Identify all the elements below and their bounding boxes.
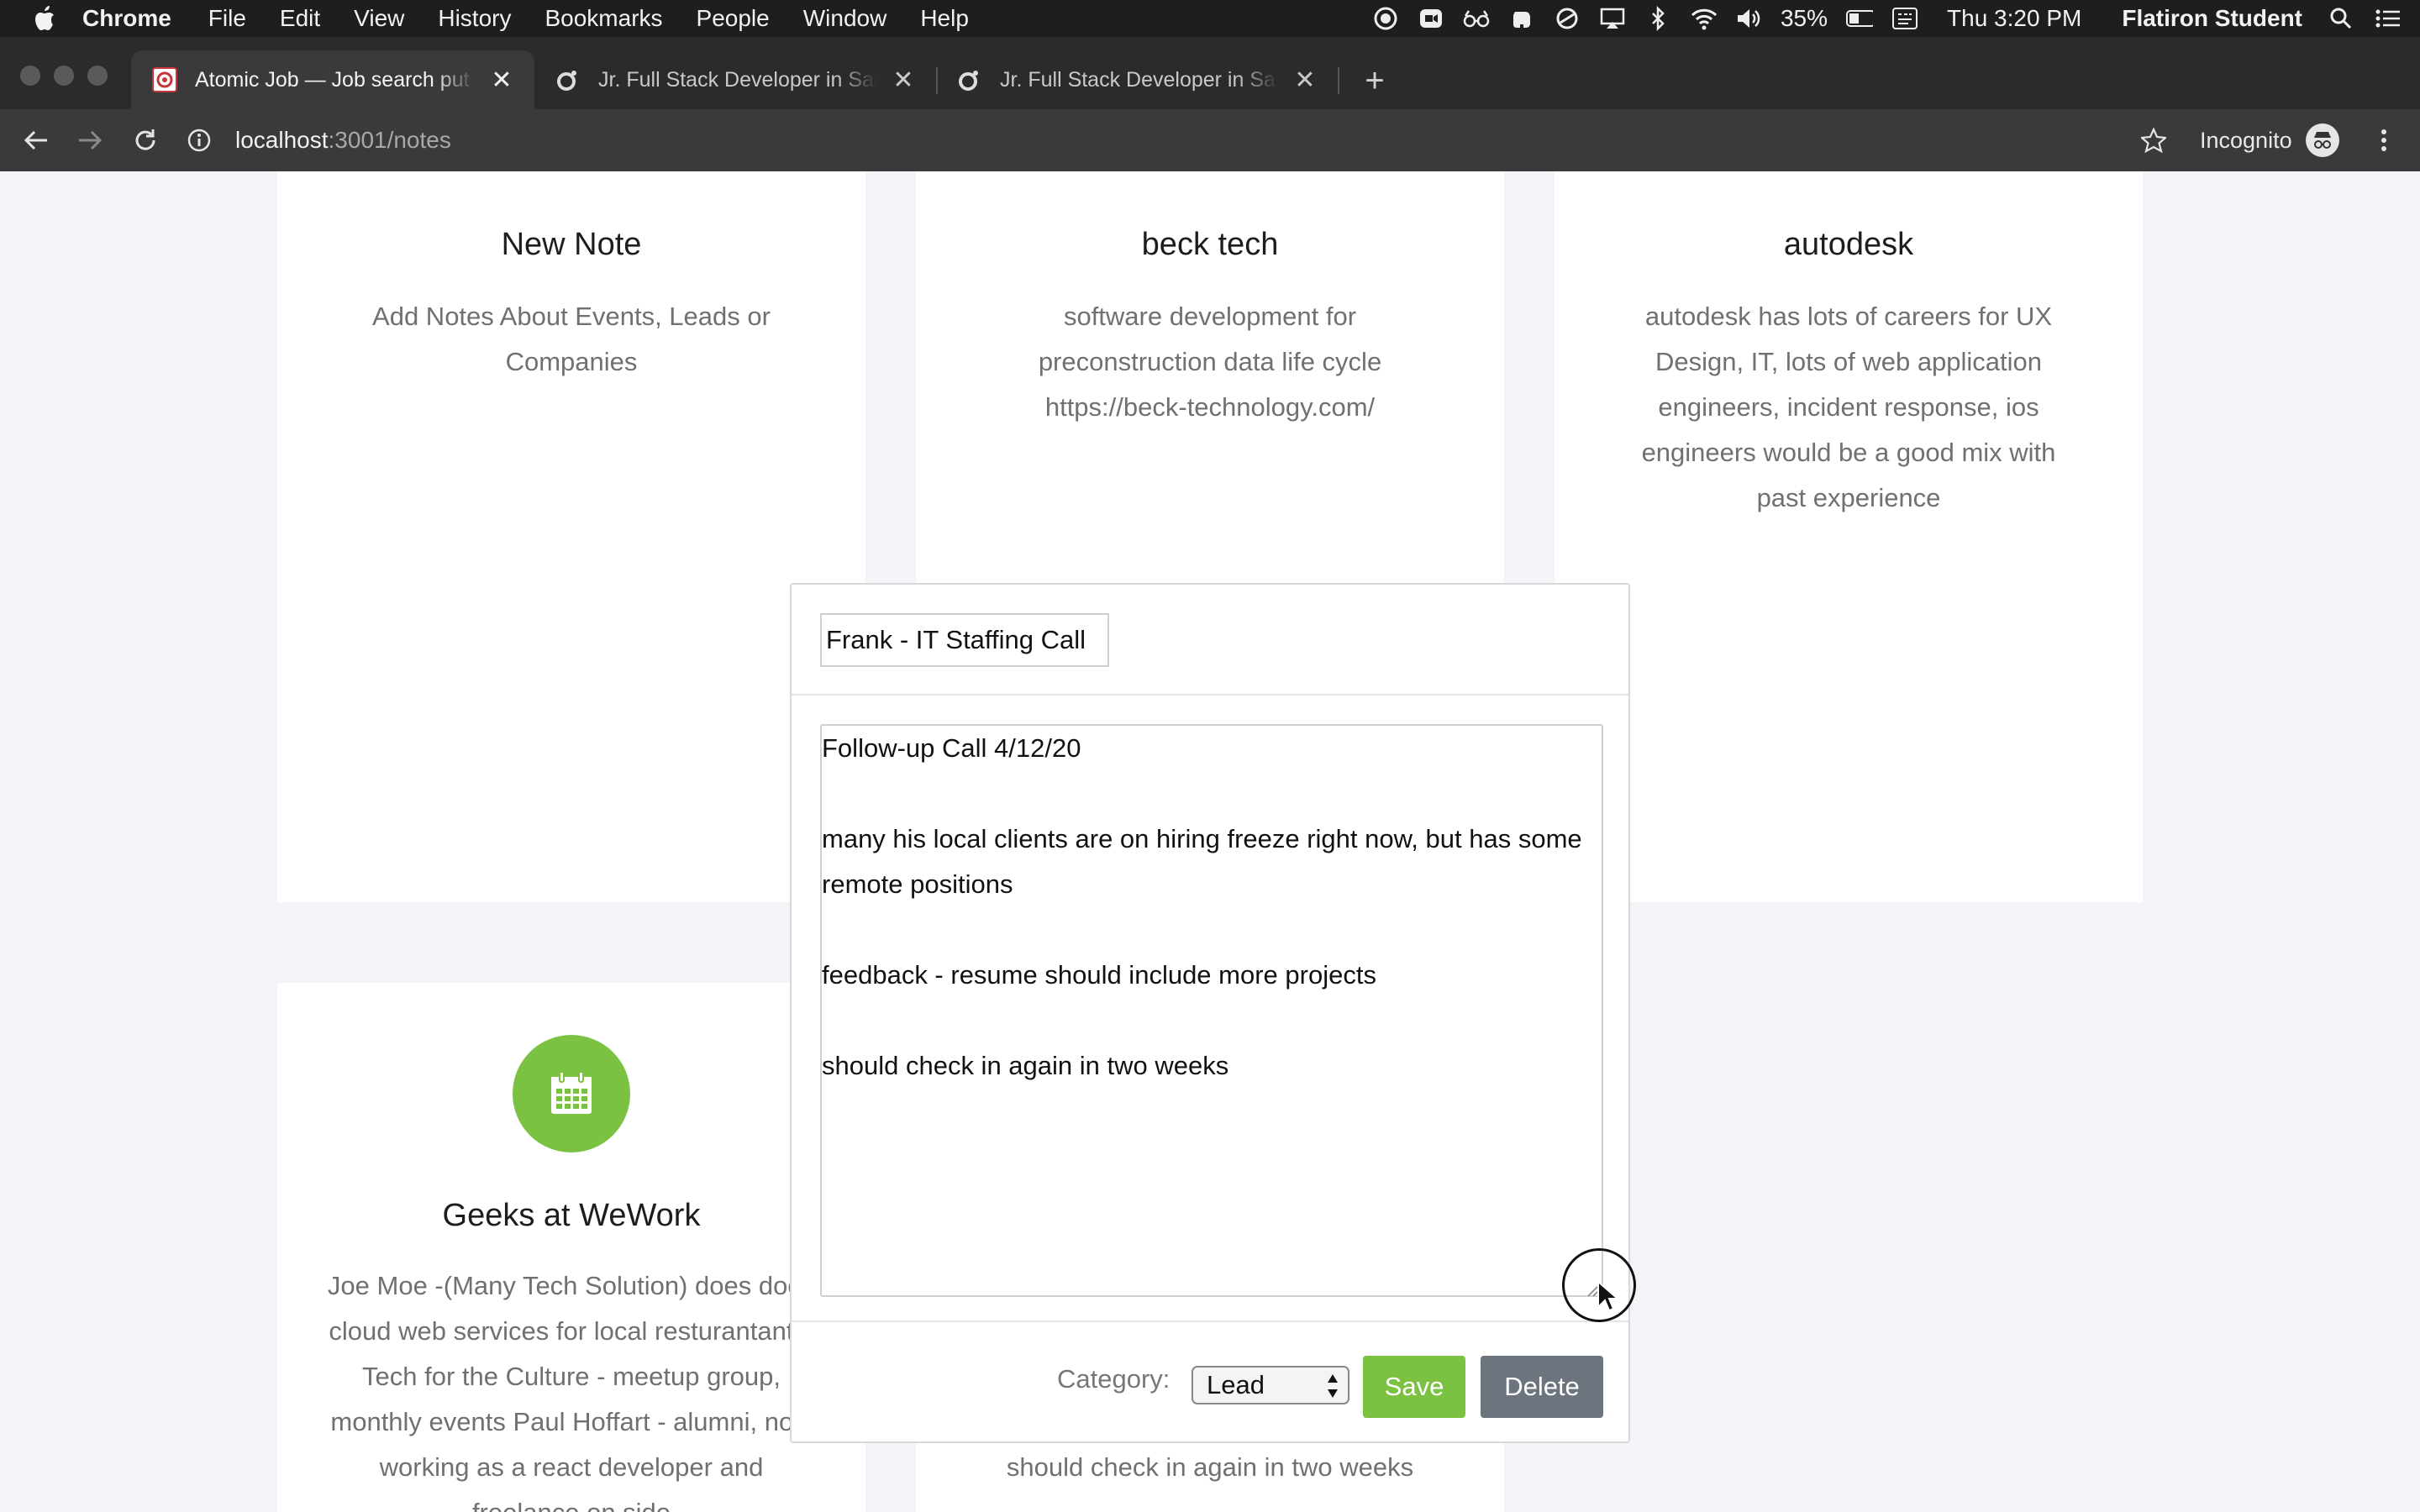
spotlight-search-icon[interactable] [2328,5,2354,32]
reload-icon[interactable] [126,121,165,160]
input-keyboard-icon[interactable] [1891,5,1918,32]
mouse-pointer-icon [1597,1280,1618,1312]
card-description: Add Notes About Events, Leads or Compani… [372,302,771,376]
modal-footer: Category: Lead Save Delete [792,1320,1628,1441]
forward-arrow-icon[interactable] [71,121,109,160]
note-card-new-note[interactable]: New Note Add Notes About Events, Leads o… [277,171,865,902]
new-tab-plus-icon[interactable]: + [1356,62,1393,99]
tab-title: Jr. Full Stack Developer in San [1000,67,1279,92]
tab-title: Atomic Job — Job search put t [195,67,476,92]
modal-header [792,585,1628,696]
window-close-dot[interactable] [20,66,40,86]
tab-title: Jr. Full Stack Developer in San [598,67,877,92]
indeed-favicon-icon [956,66,983,93]
incognito-label: Incognito [2200,127,2292,153]
incognito-icon [2305,123,2339,157]
calendar-icon [513,1035,630,1152]
browser-toolbar: localhost:3001/notes Incognito [0,109,2420,171]
save-button[interactable]: Save [1363,1356,1465,1418]
menu-bar-user[interactable]: Flatiron Student [2122,5,2302,32]
tab-job-listing-2[interactable]: Jr. Full Stack Developer in San ✕ [936,50,1338,109]
evernote-elephant-icon[interactable] [1508,5,1535,32]
category-label: Category: [1057,1364,1171,1394]
menu-chrome[interactable]: Chrome [82,5,171,32]
notification-center-icon[interactable] [2375,5,2402,32]
bookmark-star-icon[interactable] [2134,121,2173,160]
menu-bookmarks[interactable]: Bookmarks [544,5,662,32]
card-title: beck tech [1141,227,1279,262]
category-selected-value: Lead [1207,1370,1265,1399]
note-title-input[interactable] [820,613,1109,667]
menu-bar-clock[interactable]: Thu 3:20 PM [1947,5,2081,32]
browser-tab-strip: Atomic Job — Job search put t ✕ Jr. Full… [0,37,2420,109]
card-description: Joe Moe -(Many Tech Solution) does does … [327,1271,816,1512]
note-card-autodesk[interactable]: autodesk autodesk has lots of careers fo… [1555,171,2143,902]
page-viewport: New Note Add Notes About Events, Leads o… [0,171,2420,1512]
note-body-textarea[interactable]: Follow-up Call 4/12/20 many his local cl… [820,724,1603,1297]
menu-window[interactable]: Window [803,5,887,32]
window-zoom-dot[interactable] [87,66,108,86]
incognito-indicator[interactable]: Incognito [2200,109,2339,171]
category-select[interactable]: Lead [1192,1366,1349,1404]
menu-history[interactable]: History [438,5,511,32]
delete-button[interactable]: Delete [1481,1356,1603,1418]
edit-note-modal: Follow-up Call 4/12/20 many his local cl… [790,583,1630,1443]
atomic-job-favicon-icon [151,66,178,93]
site-info-icon[interactable] [187,128,212,153]
zoom-video-icon[interactable] [1418,5,1444,32]
select-updown-arrows-icon [1328,1374,1338,1398]
card-title: New Note [501,227,642,262]
tab-close-icon[interactable]: ✕ [891,66,916,94]
battery-percent: 35% [1780,5,1828,31]
tab-close-icon[interactable]: ✕ [1292,66,1318,94]
address-bar[interactable]: localhost:3001/notes [187,116,2166,165]
chrome-menu-icon[interactable] [2371,121,2396,160]
menu-view[interactable]: View [354,5,404,32]
tab-job-listing-1[interactable]: Jr. Full Stack Developer in San ✕ [534,50,936,109]
airplay-icon[interactable] [1599,5,1626,32]
card-description: autodesk has lots of careers for UX Desi… [1641,302,2056,512]
menu-edit[interactable]: Edit [280,5,320,32]
url-path: :3001/notes [328,127,451,153]
card-title: Geeks at WeWork [442,1198,701,1233]
menu-file[interactable]: File [208,5,246,32]
back-arrow-icon[interactable] [17,121,55,160]
tab-atomic-job[interactable]: Atomic Job — Job search put t ✕ [131,50,534,109]
card-description: software development for preconstruction… [1038,302,1382,422]
menu-help[interactable]: Help [920,5,969,32]
volume-icon[interactable] [1735,5,1762,32]
menu-people[interactable]: People [697,5,770,32]
screen-record-icon[interactable] [1372,5,1399,32]
url-host: localhost [235,127,329,153]
menu-bar-status-area: 35% Thu 3:20 PM Flatiron Student [1354,0,2420,37]
sync-circle-icon[interactable] [1554,5,1581,32]
note-card-geeks-at-wework[interactable]: Geeks at WeWork Joe Moe -(Many Tech Solu… [277,983,865,1512]
tab-close-icon[interactable]: ✕ [489,66,514,94]
apple-menu-icon[interactable] [32,4,57,33]
macos-menu-bar: Chrome File Edit View History Bookmarks … [0,0,2420,37]
indeed-favicon-icon [555,66,581,93]
window-minimize-dot[interactable] [54,66,74,86]
bluetooth-icon[interactable] [1644,5,1671,32]
glasses-icon[interactable] [1463,5,1490,32]
wifi-icon[interactable] [1690,5,1717,32]
battery-icon[interactable] [1846,5,1874,32]
tab-separator [1338,67,1339,94]
card-title: autodesk [1783,227,1914,262]
